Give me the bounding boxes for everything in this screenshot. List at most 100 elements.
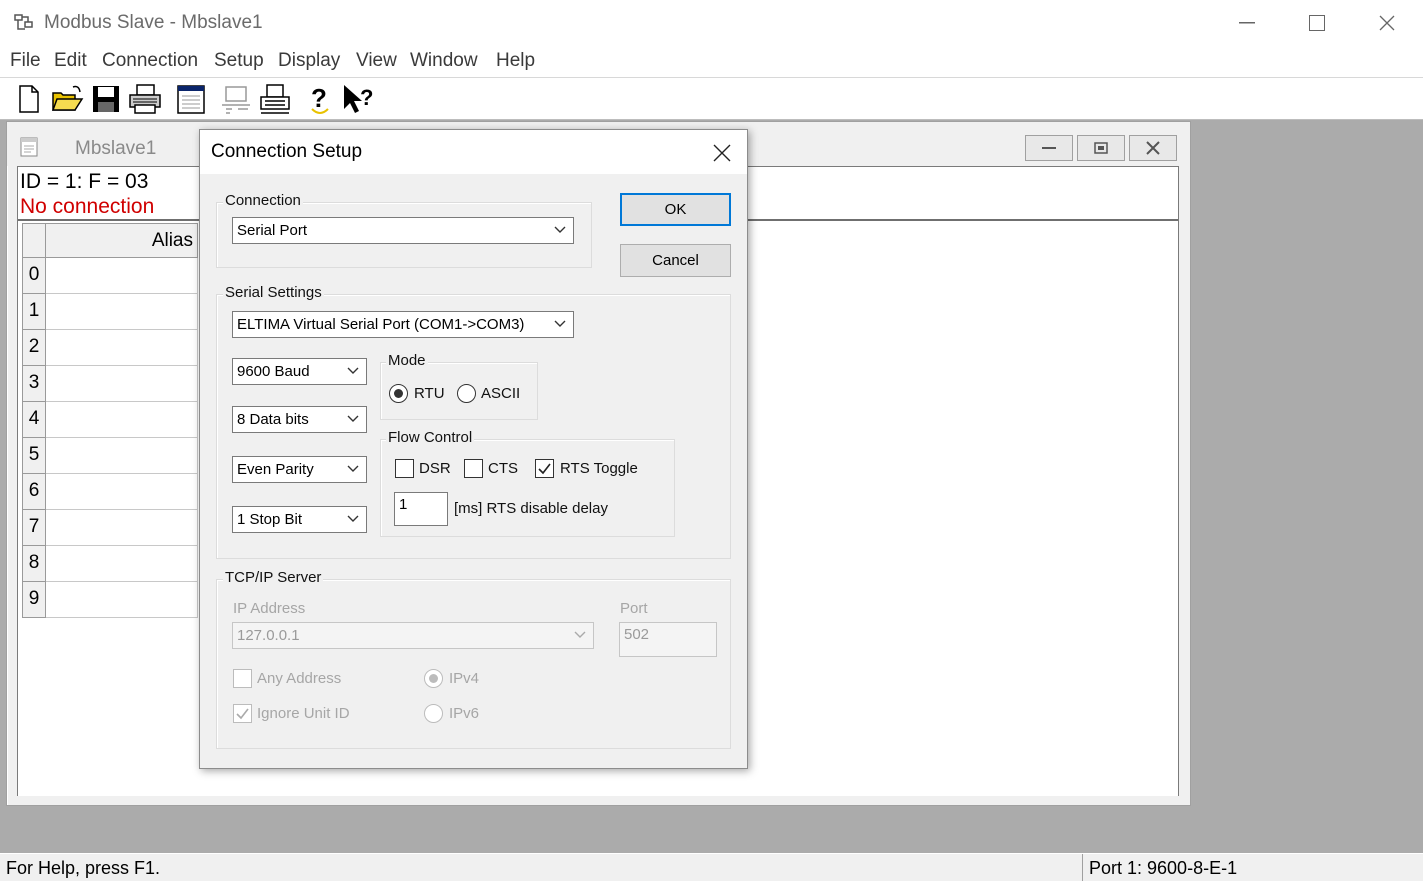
status-bar: For Help, press F1. Port 1: 9600-8-E-1 — [0, 853, 1423, 881]
rts-toggle-checkbox[interactable] — [535, 459, 554, 478]
grid-cell[interactable] — [46, 582, 198, 618]
connection-status: No connection — [20, 195, 155, 218]
dialog-caption: Connection Setup — [200, 130, 747, 174]
child-minimize-button[interactable] — [1025, 135, 1073, 161]
menu-view[interactable]: View — [356, 50, 397, 72]
connection-select-value: Serial Port — [237, 222, 308, 239]
ipv6-radio[interactable] — [424, 704, 443, 723]
ipv6-label: IPv6 — [449, 705, 480, 722]
child-close-button[interactable] — [1129, 135, 1177, 161]
toolbar-separator — [213, 83, 214, 115]
open-button[interactable] — [49, 81, 85, 117]
title-bar: Modbus Slave - Mbslave1 — [0, 0, 1423, 46]
mode-rtu-label: RTU — [414, 385, 445, 402]
grid-cell[interactable] — [46, 546, 198, 582]
open-folder-icon — [51, 85, 84, 111]
grid-cell[interactable] — [46, 438, 198, 474]
minimize-icon — [1042, 147, 1056, 149]
serial-port-value: ELTIMA Virtual Serial Port (COM1->COM3) — [237, 316, 525, 333]
menu-window[interactable]: Window — [410, 50, 478, 72]
menu-connection[interactable]: Connection — [102, 50, 198, 72]
minimize-icon — [1239, 22, 1255, 24]
menu-display[interactable]: Display — [278, 50, 340, 72]
context-help-button[interactable]: ? — [340, 81, 376, 117]
save-icon — [93, 86, 119, 112]
minimize-button[interactable] — [1212, 0, 1282, 46]
parity-select[interactable]: Even Parity — [232, 456, 367, 483]
app-icon — [14, 14, 33, 30]
dialog-close-button[interactable] — [705, 138, 739, 168]
rts-delay-input[interactable]: 1 — [394, 492, 448, 526]
child-title: Mbslave1 — [75, 138, 157, 159]
checkmark-icon — [538, 463, 551, 475]
close-icon — [1379, 15, 1395, 31]
tcpip-server-label: TCP/IP Server — [223, 569, 324, 586]
new-button[interactable] — [10, 81, 46, 117]
row-header: 5 — [22, 438, 46, 474]
chevron-down-icon — [554, 226, 566, 233]
grid-cell[interactable] — [46, 510, 198, 546]
window-button[interactable] — [173, 81, 209, 117]
baud-rate-select[interactable]: 9600 Baud — [232, 358, 367, 385]
dsr-label: DSR — [419, 460, 451, 477]
row-header: 7 — [22, 510, 46, 546]
disconnect-button[interactable] — [218, 81, 254, 117]
serial-settings-label: Serial Settings — [223, 284, 324, 301]
parity-value: Even Parity — [237, 461, 314, 478]
menu-setup[interactable]: Setup — [214, 50, 264, 72]
serial-port-select[interactable]: ELTIMA Virtual Serial Port (COM1->COM3) — [232, 311, 574, 338]
grid-cell[interactable] — [46, 402, 198, 438]
context-help-icon: ? — [344, 85, 373, 113]
connection-select[interactable]: Serial Port — [232, 217, 574, 244]
slave-id-info: ID = 1: F = 03 — [20, 170, 149, 193]
data-bits-select[interactable]: 8 Data bits — [232, 406, 367, 433]
mode-rtu-radio[interactable] — [389, 384, 408, 403]
data-bits-value: 8 Data bits — [237, 411, 309, 428]
close-icon — [1146, 141, 1160, 155]
grid-cell[interactable] — [46, 366, 198, 402]
help-button[interactable]: ? — [302, 81, 338, 117]
ok-button[interactable]: OK — [620, 193, 731, 226]
any-address-label: Any Address — [257, 670, 342, 687]
print-button[interactable] — [127, 81, 163, 117]
mode-ascii-radio[interactable] — [457, 384, 476, 403]
document-icon — [20, 137, 38, 157]
chevron-down-icon — [347, 515, 359, 522]
chevron-down-icon — [347, 415, 359, 422]
toolbar-separator — [298, 83, 299, 115]
ipv4-label: IPv4 — [449, 670, 480, 687]
stop-bits-value: 1 Stop Bit — [237, 511, 303, 528]
connect-printer-button[interactable] — [257, 81, 293, 117]
toolbar: ? ? — [0, 78, 1423, 120]
help-icon: ? — [311, 83, 329, 114]
ip-address-select[interactable]: 127.0.0.1 — [232, 622, 594, 649]
menu-bar: File Edit Connection Setup Display View … — [0, 46, 1423, 78]
grid-cell[interactable] — [46, 330, 198, 366]
ipv4-radio[interactable] — [424, 669, 443, 688]
maximize-button[interactable] — [1282, 0, 1352, 46]
toolbar-separator — [170, 83, 171, 115]
cancel-button[interactable]: Cancel — [620, 244, 731, 277]
connection-group-label: Connection — [223, 192, 303, 209]
restore-icon — [1094, 142, 1108, 154]
any-address-checkbox[interactable] — [233, 669, 252, 688]
cts-checkbox[interactable] — [464, 459, 483, 478]
ignore-unit-id-checkbox[interactable] — [233, 704, 252, 723]
grid-cell[interactable] — [46, 294, 198, 330]
grid-header-alias[interactable]: Alias — [46, 223, 198, 258]
child-restore-button[interactable] — [1077, 135, 1125, 161]
grid-cell[interactable] — [46, 258, 198, 294]
row-header: 6 — [22, 474, 46, 510]
maximize-icon — [1309, 15, 1325, 31]
menu-edit[interactable]: Edit — [54, 50, 87, 72]
port-input[interactable]: 502 — [619, 622, 717, 657]
stop-bits-select[interactable]: 1 Stop Bit — [232, 506, 367, 533]
svg-text:?: ? — [360, 85, 373, 110]
flow-control-label: Flow Control — [386, 429, 475, 446]
save-button[interactable] — [88, 81, 124, 117]
grid-cell[interactable] — [46, 474, 198, 510]
close-button[interactable] — [1352, 0, 1422, 46]
dsr-checkbox[interactable] — [395, 459, 414, 478]
menu-file[interactable]: File — [10, 50, 41, 72]
menu-help[interactable]: Help — [496, 50, 535, 72]
